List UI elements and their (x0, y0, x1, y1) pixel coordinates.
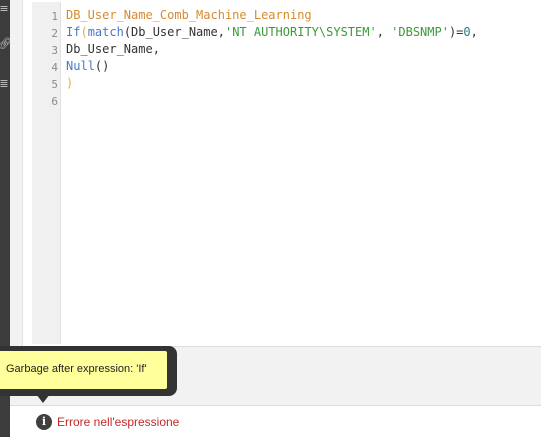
line-number: 6 (51, 95, 58, 108)
string-token: 'DBSNMP' (391, 25, 449, 39)
tooltip-text: Garbage after expression: 'If' (0, 351, 167, 389)
line-number: 1 (51, 10, 58, 23)
match-function-token: match (87, 25, 124, 39)
line-number: 5 (51, 78, 58, 91)
field-reference-token: Db_User_Name, (66, 42, 160, 56)
comma-token: , (470, 25, 478, 39)
line-number: 4 (51, 61, 58, 74)
paren-token: ) (66, 76, 74, 90)
close-eq-token: )= (448, 25, 464, 39)
line-number: 3 (51, 44, 58, 57)
error-message: Errore nell'espressione (57, 415, 180, 429)
code-line-2[interactable]: If(match(Db_User_Name,'NT AUTHORITY\SYST… (66, 24, 478, 41)
menu-icon[interactable]: ≡ (0, 3, 10, 15)
line-number: 2 (51, 27, 58, 40)
database-icon[interactable]: ≣ (0, 78, 10, 90)
info-icon[interactable]: i (36, 414, 52, 430)
code-line-4[interactable]: Null() (66, 58, 109, 75)
paren-token: ( (80, 25, 88, 39)
number-token: 0 (463, 25, 471, 39)
link-icon[interactable]: 🔗︎ (0, 38, 12, 50)
args-token: (Db_User_Name, (123, 25, 225, 39)
null-function-token: Null (66, 59, 95, 73)
code-line-5[interactable]: ) (66, 75, 73, 92)
tooltip-arrow (36, 394, 50, 403)
separator-token: , (376, 25, 392, 39)
code-line-3[interactable]: Db_User_Name, (66, 41, 160, 58)
code-line-1[interactable]: DB_User_Name_Comb_Machine_Learning (66, 7, 312, 24)
paren-token: () (94, 59, 110, 73)
field-token: DB_User_Name_Comb_Machine_Learning (66, 8, 312, 22)
string-token: 'NT AUTHORITY\SYSTEM' (224, 25, 377, 39)
error-tooltip: Garbage after expression: 'If' (0, 346, 177, 396)
if-function-token: If (66, 25, 81, 39)
